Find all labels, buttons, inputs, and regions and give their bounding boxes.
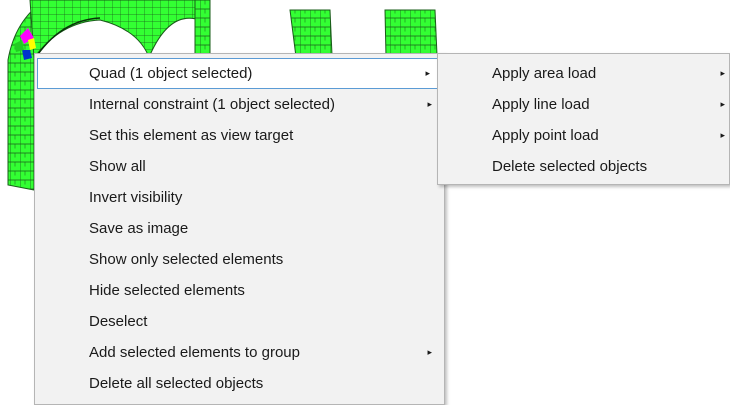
submenu-item-label: Apply line load xyxy=(492,96,590,113)
submenu-arrow-icon: ▸ xyxy=(720,68,725,78)
context-menu-item-label: Invert visibility xyxy=(89,189,183,206)
context-menu-item-quad[interactable]: Quad (1 object selected) ▸ xyxy=(37,58,442,89)
context-menu-item-delete-all-selected-objects[interactable]: Delete all selected objects xyxy=(35,368,444,399)
context-menu-item-set-this-element-as-view-target[interactable]: Set this element as view target xyxy=(35,120,444,151)
context-menu-item-label: Quad (1 object selected) xyxy=(89,65,253,82)
context-menu-item-invert-visibility[interactable]: Invert visibility xyxy=(35,182,444,213)
context-menu-item-label: Delete all selected objects xyxy=(89,375,264,392)
context-menu-item-label: Show only selected elements xyxy=(89,251,284,268)
submenu-item-apply-area-load[interactable]: Apply area load ▸ xyxy=(438,58,729,89)
context-menu: Quad (1 object selected) ▸ Internal constr… xyxy=(34,53,445,405)
context-menu-item-label: Add selected elements to group xyxy=(89,344,300,361)
submenu-arrow-icon: ▸ xyxy=(425,68,430,78)
submenu-item-label: Apply point load xyxy=(492,127,599,144)
submenu-item-delete-selected-objects[interactable]: Delete selected objects xyxy=(438,151,729,182)
context-menu-item-label: Hide selected elements xyxy=(89,282,245,299)
submenu-item-label: Apply area load xyxy=(492,65,597,82)
submenu-item-apply-point-load[interactable]: Apply point load ▸ xyxy=(438,120,729,151)
submenu-arrow-icon: ▸ xyxy=(720,99,725,109)
context-menu-item-save-as-image[interactable]: Save as image xyxy=(35,213,444,244)
context-menu-item-label: Show all xyxy=(89,158,146,175)
submenu-arrow-icon: ▸ xyxy=(720,130,725,140)
context-menu-item-label: Set this element as view target xyxy=(89,127,294,144)
context-menu-item-show-only-selected-elements[interactable]: Show only selected elements xyxy=(35,244,444,275)
context-menu-item-label: Internal constraint (1 object selected) xyxy=(89,96,335,113)
submenu-arrow-icon: ▸ xyxy=(427,99,432,109)
context-menu-item-hide-selected-elements[interactable]: Hide selected elements xyxy=(35,275,444,306)
context-menu-item-add-selected-elements-to-group[interactable]: Add selected elements to group ▸ xyxy=(35,337,444,368)
submenu-arrow-icon: ▸ xyxy=(427,347,432,357)
context-menu-item-deselect[interactable]: Deselect xyxy=(35,306,444,337)
context-menu-item-label: Deselect xyxy=(89,313,148,330)
quad-submenu: Apply area load ▸ Apply line load ▸ Apply po… xyxy=(437,53,730,185)
context-menu-item-internal-constraint[interactable]: Internal constraint (1 object selected) ▸ xyxy=(35,89,444,120)
submenu-item-apply-line-load[interactable]: Apply line load ▸ xyxy=(438,89,729,120)
context-menu-item-label: Save as image xyxy=(89,220,189,237)
context-menu-item-show-all[interactable]: Show all xyxy=(35,151,444,182)
submenu-item-label: Delete selected objects xyxy=(492,158,648,175)
